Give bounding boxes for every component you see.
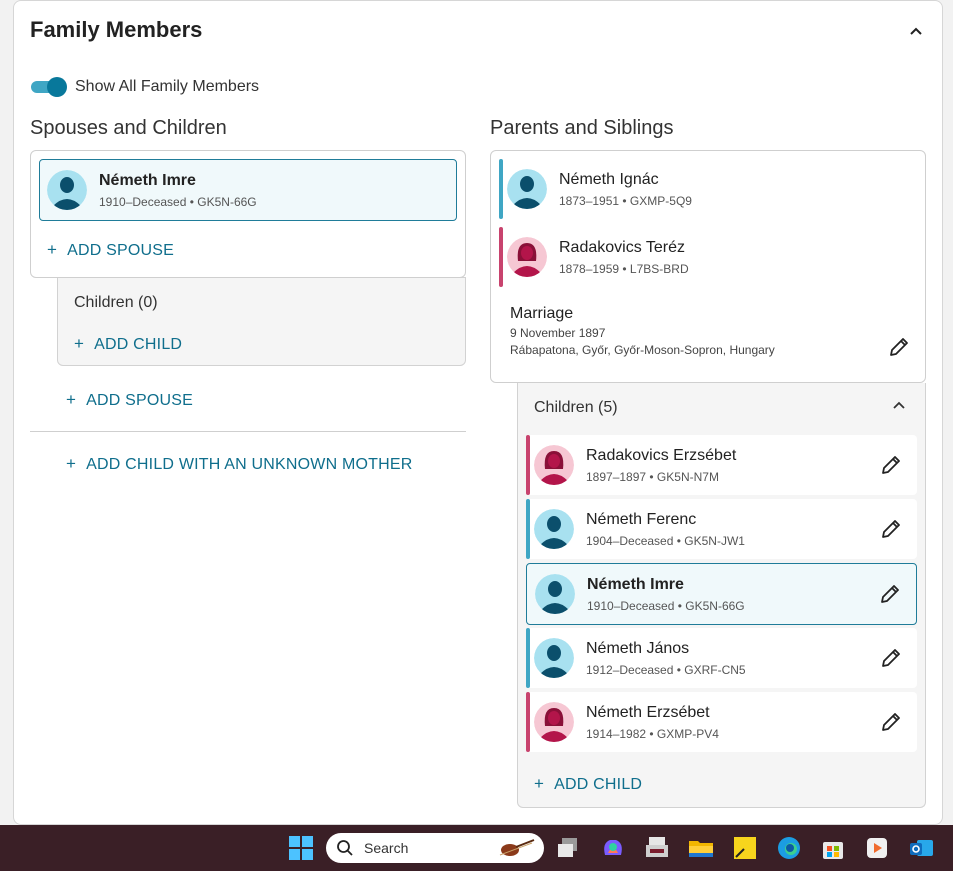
child-card[interactable]: Németh Erzsébet 1914–1982 • GXMP-PV4 (526, 692, 917, 752)
pencil-icon (882, 456, 900, 474)
windows-start-icon[interactable] (288, 835, 314, 861)
copilot-icon[interactable] (600, 835, 626, 861)
search-placeholder: Search (364, 840, 409, 856)
marriage-event: Marriage 9 November 1897 Rábapatona, Győ… (510, 305, 775, 357)
female-avatar-icon (534, 445, 574, 485)
marriage-place: Rábapatona, Győr, Győr-Moson-Sopron, Hun… (510, 343, 775, 357)
person-name: Radakovics Teréz (559, 238, 685, 256)
mother-card[interactable]: Radakovics Teréz 1878–1959 • L7BS-BRD (499, 227, 917, 287)
children-count-label: Children (0) (74, 294, 158, 311)
parents-heading: Parents and Siblings (490, 117, 674, 139)
toggle-switch[interactable] (31, 77, 67, 97)
parents-box: Németh Ignác 1873–1951 • GXMP-5Q9 Radako… (490, 150, 926, 383)
female-avatar-icon (507, 237, 547, 277)
person-name: Radakovics Erzsébet (586, 446, 737, 464)
plus-icon: + (47, 240, 58, 259)
chevron-up-icon (893, 401, 905, 409)
search-icon (337, 840, 353, 856)
section-divider (30, 431, 466, 432)
spouses-heading: Spouses and Children (30, 117, 227, 139)
edit-child-button[interactable] (878, 582, 902, 606)
pencil-icon (881, 585, 899, 603)
toggle-label: Show All Family Members (75, 78, 260, 95)
person-meta: 1910–Deceased • GK5N-66G (587, 598, 745, 613)
collapse-children-button[interactable] (891, 397, 911, 417)
person-name: Németh Ignác (559, 170, 659, 188)
task-view-icon[interactable] (556, 835, 582, 861)
add-spouse-link[interactable]: + ADD SPOUSE (47, 240, 174, 260)
child-card[interactable]: Németh János 1912–Deceased • GXRF-CN5 (526, 628, 917, 688)
pencil-icon (882, 520, 900, 538)
add-child-link[interactable]: + ADD CHILD (74, 334, 182, 354)
male-avatar-icon (507, 169, 547, 209)
person-name: Németh Erzsébet (586, 703, 710, 721)
plus-icon: + (66, 454, 77, 473)
pencil-icon (882, 713, 900, 731)
pencil-icon (882, 649, 900, 667)
taskbar: Search (0, 825, 953, 871)
male-avatar-icon (535, 574, 575, 614)
person-meta: 1878–1959 • L7BS-BRD (559, 261, 689, 276)
edit-child-button[interactable] (879, 453, 903, 477)
card-title: Family Members (30, 17, 203, 42)
person-meta: 1873–1951 • GXMP-5Q9 (559, 193, 692, 208)
edit-marriage-button[interactable] (887, 335, 911, 359)
edit-child-button[interactable] (879, 710, 903, 734)
edit-child-button[interactable] (879, 517, 903, 541)
male-avatar-icon (47, 170, 87, 210)
sticky-notes-icon[interactable] (732, 835, 758, 861)
edit-child-button[interactable] (879, 646, 903, 670)
plus-icon: + (534, 774, 545, 793)
marriage-title: Marriage (510, 305, 574, 322)
plus-icon: + (74, 334, 85, 353)
male-avatar-icon (534, 638, 574, 678)
child-card[interactable]: Radakovics Erzsébet 1897–1897 • GK5N-N7M (526, 435, 917, 495)
child-card[interactable]: Németh Ferenc 1904–Deceased • GK5N-JW1 (526, 499, 917, 559)
child-card-selected[interactable]: Németh Imre 1910–Deceased • GK5N-66G (526, 563, 917, 625)
focus-person-card[interactable]: Németh Imre 1910–Deceased • GK5N-66G (39, 159, 457, 221)
person-name: Németh Imre (99, 171, 196, 189)
pencil-icon (890, 338, 908, 356)
spouse-children-box: Children (0) + ADD CHILD (57, 277, 466, 366)
person-meta: 1914–1982 • GXMP-PV4 (586, 726, 719, 741)
plus-icon: + (66, 390, 77, 409)
edge-icon[interactable] (776, 835, 802, 861)
add-spouse-outer-link[interactable]: + ADD SPOUSE (66, 390, 193, 410)
outlook-icon[interactable] (908, 835, 934, 861)
marriage-date: 9 November 1897 (510, 326, 606, 340)
file-explorer-icon[interactable] (688, 835, 714, 861)
parents-children-box: Children (5) Radakovics Erzsébet 1897–18… (517, 383, 926, 808)
person-meta: 1897–1897 • GK5N-N7M (586, 469, 719, 484)
show-all-toggle[interactable]: Show All Family Members (31, 77, 259, 97)
store-icon[interactable] (820, 835, 846, 861)
add-sibling-child-link[interactable]: + ADD CHILD (534, 774, 642, 794)
app-icon[interactable] (644, 835, 670, 861)
female-avatar-icon (534, 702, 574, 742)
add-child-unknown-mother-link[interactable]: + ADD CHILD WITH AN UNKNOWN MOTHER (66, 454, 413, 474)
male-avatar-icon (534, 509, 574, 549)
person-meta: 1904–Deceased • GK5N-JW1 (586, 533, 745, 548)
chevron-up-icon (910, 27, 922, 35)
person-meta: 1912–Deceased • GXRF-CN5 (586, 662, 746, 677)
window-edge (943, 0, 953, 825)
person-meta: 1910–Deceased • GK5N-66G (99, 194, 257, 209)
person-name: Németh Imre (587, 575, 684, 593)
collapse-button[interactable] (904, 19, 928, 43)
person-name: Németh János (586, 639, 690, 657)
children-count-label: Children (5) (534, 399, 618, 416)
taskbar-search[interactable]: Search (326, 833, 544, 863)
violin-icon (499, 839, 535, 856)
family-members-card: Family Members Show All Family Members S… (13, 0, 943, 825)
person-name: Németh Ferenc (586, 510, 697, 528)
spouse-family-box: Németh Imre 1910–Deceased • GK5N-66G + AD… (30, 150, 466, 278)
father-card[interactable]: Németh Ignác 1873–1951 • GXMP-5Q9 (499, 159, 917, 219)
media-player-icon[interactable] (864, 835, 890, 861)
